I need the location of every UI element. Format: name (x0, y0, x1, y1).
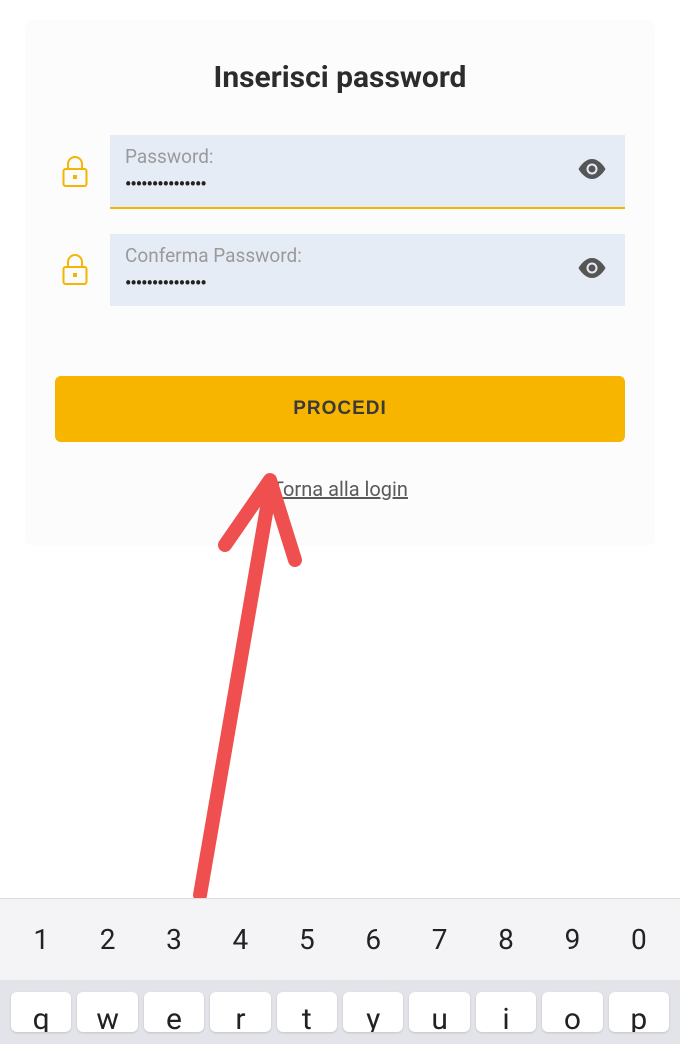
key-7[interactable]: 7 (406, 911, 472, 968)
key-2[interactable]: 2 (74, 911, 140, 968)
lock-icon (55, 156, 95, 188)
confirm-password-row: Conferma Password: ••••••••••••••• (55, 234, 625, 306)
key-u[interactable]: u (409, 992, 469, 1032)
keyboard-letter-row: q w e r t y u i o p (0, 980, 680, 1044)
password-card: Inserisci password Password: •••••••••••… (25, 20, 655, 546)
password-row: Password: ••••••••••••••• (55, 135, 625, 209)
key-6[interactable]: 6 (340, 911, 406, 968)
confirm-password-input-container[interactable]: Conferma Password: ••••••••••••••• (110, 234, 625, 306)
confirm-password-value: ••••••••••••••• (125, 273, 610, 294)
key-r[interactable]: r (210, 992, 270, 1032)
key-p[interactable]: p (609, 992, 669, 1032)
key-0[interactable]: 0 (606, 911, 672, 968)
virtual-keyboard: 1 2 3 4 5 6 7 8 9 0 q w e r t y u i o p (0, 898, 680, 1044)
key-5[interactable]: 5 (274, 911, 340, 968)
key-q[interactable]: q (11, 992, 71, 1032)
back-to-login-link[interactable]: Torna alla login (272, 477, 408, 501)
key-y[interactable]: y (343, 992, 403, 1032)
password-input-container[interactable]: Password: ••••••••••••••• (110, 135, 625, 209)
key-8[interactable]: 8 (473, 911, 539, 968)
key-o[interactable]: o (542, 992, 602, 1032)
key-i[interactable]: i (476, 992, 536, 1032)
eye-icon[interactable] (577, 159, 607, 183)
proceed-button[interactable]: PROCEDI (55, 376, 625, 442)
key-t[interactable]: t (277, 992, 337, 1032)
key-e[interactable]: e (144, 992, 204, 1032)
password-label: Password: (125, 145, 610, 168)
back-link-wrap: Torna alla login (55, 477, 625, 501)
eye-icon[interactable] (577, 258, 607, 282)
key-3[interactable]: 3 (141, 911, 207, 968)
confirm-password-label: Conferma Password: (125, 244, 610, 267)
password-value: ••••••••••••••• (125, 174, 610, 195)
keyboard-number-row: 1 2 3 4 5 6 7 8 9 0 (0, 898, 680, 980)
key-1[interactable]: 1 (8, 911, 74, 968)
key-9[interactable]: 9 (539, 911, 605, 968)
lock-icon (55, 254, 95, 286)
key-4[interactable]: 4 (207, 911, 273, 968)
key-w[interactable]: w (77, 992, 137, 1032)
page-title: Inserisci password (55, 60, 625, 95)
